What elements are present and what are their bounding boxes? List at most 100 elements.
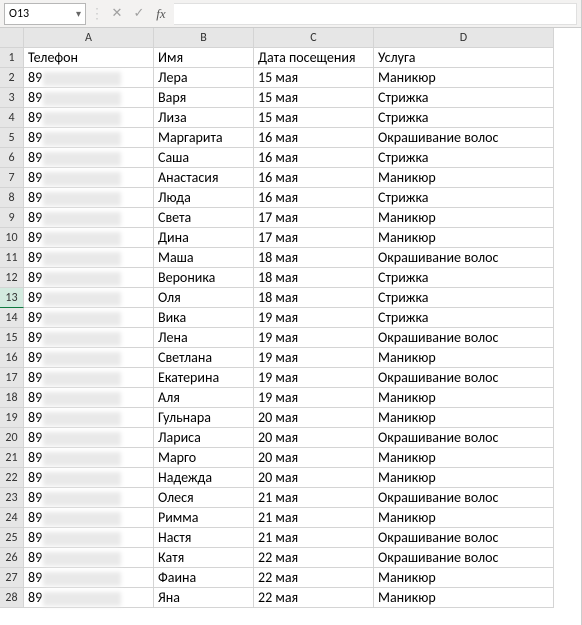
cell-C25[interactable]: 21 мая	[254, 528, 374, 548]
row-head-1[interactable]: 1	[0, 48, 24, 68]
cell-D18[interactable]: Маникюр	[374, 388, 554, 408]
cell-B19[interactable]: Гульнара	[154, 408, 254, 428]
cell-B8[interactable]: Люда	[154, 188, 254, 208]
cell-A19[interactable]: 89	[24, 408, 154, 428]
cell-A3[interactable]: 89	[24, 88, 154, 108]
col-head-D[interactable]: D	[374, 28, 554, 48]
cell-A28[interactable]: 89	[24, 588, 154, 608]
cell-A13[interactable]: 89	[24, 288, 154, 308]
row-head-11[interactable]: 11	[0, 248, 24, 268]
cell-C24[interactable]: 21 мая	[254, 508, 374, 528]
cell-A26[interactable]: 89	[24, 548, 154, 568]
cell-B18[interactable]: Аля	[154, 388, 254, 408]
row-head-7[interactable]: 7	[0, 168, 24, 188]
row-head-19[interactable]: 19	[0, 408, 24, 428]
cell-C16[interactable]: 19 мая	[254, 348, 374, 368]
row-head-9[interactable]: 9	[0, 208, 24, 228]
cell-C5[interactable]: 16 мая	[254, 128, 374, 148]
cell-D10[interactable]: Маникюр	[374, 228, 554, 248]
cell-A4[interactable]: 89	[24, 108, 154, 128]
cell-D21[interactable]: Маникюр	[374, 448, 554, 468]
cell-C4[interactable]: 15 мая	[254, 108, 374, 128]
cell-A5[interactable]: 89	[24, 128, 154, 148]
cell-A20[interactable]: 89	[24, 428, 154, 448]
cell-C6[interactable]: 16 мая	[254, 148, 374, 168]
cell-C26[interactable]: 22 мая	[254, 548, 374, 568]
cell-B26[interactable]: Катя	[154, 548, 254, 568]
cell-B4[interactable]: Лиза	[154, 108, 254, 128]
cell-B28[interactable]: Яна	[154, 588, 254, 608]
cell-A2[interactable]: 89	[24, 68, 154, 88]
cell-D23[interactable]: Окрашивание волос	[374, 488, 554, 508]
cell-B3[interactable]: Варя	[154, 88, 254, 108]
cell-C14[interactable]: 19 мая	[254, 308, 374, 328]
cell-D26[interactable]: Окрашивание волос	[374, 548, 554, 568]
cell-B16[interactable]: Светлана	[154, 348, 254, 368]
cell-B13[interactable]: Оля	[154, 288, 254, 308]
row-head-26[interactable]: 26	[0, 548, 24, 568]
cell-B11[interactable]: Маша	[154, 248, 254, 268]
cell-A25[interactable]: 89	[24, 528, 154, 548]
cell-A17[interactable]: 89	[24, 368, 154, 388]
cell-D4[interactable]: Стрижка	[374, 108, 554, 128]
cell-C27[interactable]: 22 мая	[254, 568, 374, 588]
cell-C11[interactable]: 18 мая	[254, 248, 374, 268]
cell-A24[interactable]: 89	[24, 508, 154, 528]
cell-C8[interactable]: 16 мая	[254, 188, 374, 208]
row-head-6[interactable]: 6	[0, 148, 24, 168]
cell-D17[interactable]: Окрашивание волос	[374, 368, 554, 388]
row-head-24[interactable]: 24	[0, 508, 24, 528]
cell-D19[interactable]: Маникюр	[374, 408, 554, 428]
cell-C9[interactable]: 17 мая	[254, 208, 374, 228]
cell-B20[interactable]: Лариса	[154, 428, 254, 448]
cell-A11[interactable]: 89	[24, 248, 154, 268]
row-head-8[interactable]: 8	[0, 188, 24, 208]
cell-D12[interactable]: Стрижка	[374, 268, 554, 288]
row-head-23[interactable]: 23	[0, 488, 24, 508]
row-head-18[interactable]: 18	[0, 388, 24, 408]
cell-A8[interactable]: 89	[24, 188, 154, 208]
cell-B2[interactable]: Лера	[154, 68, 254, 88]
cell-D2[interactable]: Маникюр	[374, 68, 554, 88]
name-box[interactable]: O13 ▾	[4, 3, 86, 25]
cell-A14[interactable]: 89	[24, 308, 154, 328]
row-head-14[interactable]: 14	[0, 308, 24, 328]
cell-C12[interactable]: 18 мая	[254, 268, 374, 288]
cell-D3[interactable]: Стрижка	[374, 88, 554, 108]
cell-C20[interactable]: 20 мая	[254, 428, 374, 448]
cell-C10[interactable]: 17 мая	[254, 228, 374, 248]
cell-A16[interactable]: 89	[24, 348, 154, 368]
cell-B25[interactable]: Настя	[154, 528, 254, 548]
cell-A22[interactable]: 89	[24, 468, 154, 488]
row-head-3[interactable]: 3	[0, 88, 24, 108]
cell-B9[interactable]: Света	[154, 208, 254, 228]
col-head-C[interactable]: C	[254, 28, 374, 48]
cell-D24[interactable]: Маникюр	[374, 508, 554, 528]
row-head-5[interactable]: 5	[0, 128, 24, 148]
cancel-icon[interactable]: ✕	[108, 4, 126, 24]
chevron-down-icon[interactable]: ▾	[76, 7, 81, 20]
cell-C2[interactable]: 15 мая	[254, 68, 374, 88]
formula-input[interactable]	[174, 3, 577, 25]
row-head-4[interactable]: 4	[0, 108, 24, 128]
spreadsheet-grid[interactable]: ABCD1ТелефонИмяДата посещенияУслуга289Ле…	[0, 28, 581, 608]
cell-D22[interactable]: Маникюр	[374, 468, 554, 488]
row-head-21[interactable]: 21	[0, 448, 24, 468]
cell-D6[interactable]: Стрижка	[374, 148, 554, 168]
cell-D7[interactable]: Маникюр	[374, 168, 554, 188]
cell-D13[interactable]: Стрижка	[374, 288, 554, 308]
cell-B22[interactable]: Надежда	[154, 468, 254, 488]
cell-C7[interactable]: 16 мая	[254, 168, 374, 188]
cell-C21[interactable]: 20 мая	[254, 448, 374, 468]
cell-D14[interactable]: Стрижка	[374, 308, 554, 328]
cell-A27[interactable]: 89	[24, 568, 154, 588]
cell-A1[interactable]: Телефон	[24, 48, 154, 68]
col-head-A[interactable]: A	[24, 28, 154, 48]
cell-D1[interactable]: Услуга	[374, 48, 554, 68]
cell-C28[interactable]: 22 мая	[254, 588, 374, 608]
cell-A15[interactable]: 89	[24, 328, 154, 348]
cell-B14[interactable]: Вика	[154, 308, 254, 328]
row-head-17[interactable]: 17	[0, 368, 24, 388]
cell-C22[interactable]: 20 мая	[254, 468, 374, 488]
cell-D11[interactable]: Окрашивание волос	[374, 248, 554, 268]
